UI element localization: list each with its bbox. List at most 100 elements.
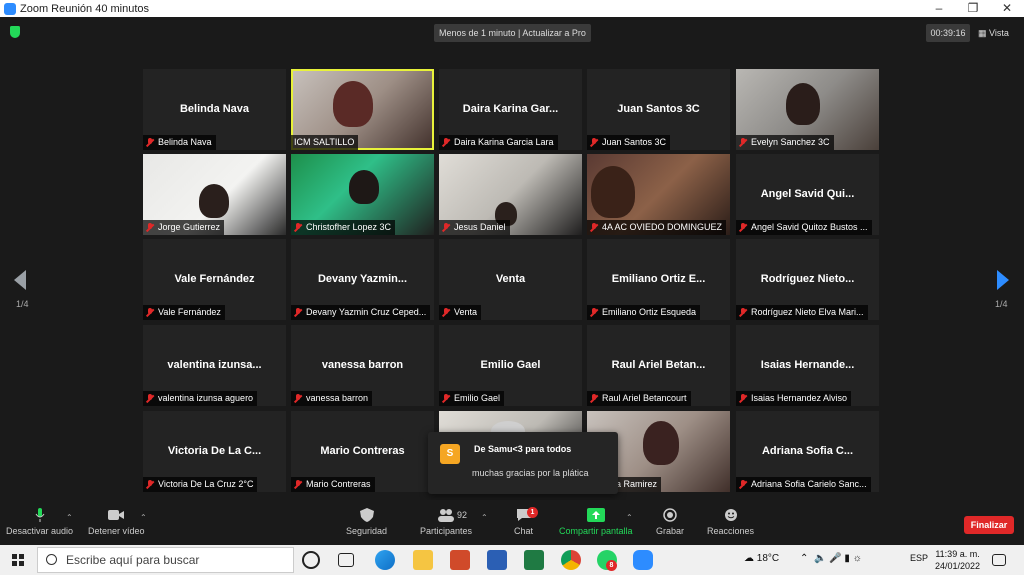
stop-video-button[interactable]: Detener vídeo (88, 508, 145, 536)
chrome-browser-icon[interactable] (561, 550, 581, 570)
edge-browser-icon[interactable] (375, 550, 395, 570)
participant-tile[interactable]: Adriana Sofia C... Adriana Sofia Carielo … (736, 411, 879, 492)
muted-mic-icon (590, 394, 598, 403)
video-camera-icon (108, 510, 125, 520)
participant-label: Isaias Hernandez Alviso (736, 391, 852, 406)
participant-tile[interactable]: Evelyn Sanchez 3C (736, 69, 879, 150)
share-options-chevron-icon[interactable]: ⌃ (626, 513, 633, 522)
meeting-timer: 00:39:16 (926, 24, 970, 42)
participant-video (643, 421, 679, 465)
powerpoint-icon[interactable] (450, 550, 470, 570)
chat-notification-popup[interactable]: S De Samu<3 para todos muchas gracias po… (428, 432, 618, 494)
participant-tile[interactable]: Emilio Gael Emilio Gael (439, 325, 582, 406)
participant-label: Jesus Daniel (439, 220, 510, 235)
chevron-up-icon[interactable]: ⌃ (800, 553, 808, 564)
participant-tile[interactable]: Rodríguez Nieto... Rodríguez Nieto Elva M… (736, 239, 879, 320)
window-title: Zoom Reunión 40 minutos (20, 2, 150, 15)
cortana-icon[interactable] (302, 551, 320, 569)
reactions-button[interactable]: Reacciones (707, 508, 754, 536)
battery-icon[interactable]: ▮ (844, 553, 850, 564)
muted-mic-icon (442, 223, 450, 232)
windows-start-icon[interactable] (12, 554, 24, 566)
view-button[interactable]: ▦ Vista (978, 24, 1009, 42)
share-screen-label: Compartir pantalla (559, 526, 633, 536)
system-tray-icons[interactable]: ⌃ 🔈 🎤 ▮ ☼ (800, 553, 862, 564)
speaker-icon[interactable]: 🔈 (814, 553, 826, 564)
participant-tile[interactable]: Jorge Gutierrez (143, 154, 286, 235)
participants-count: 92 (457, 510, 468, 520)
muted-mic-icon (146, 480, 154, 489)
file-explorer-icon[interactable] (413, 550, 433, 570)
next-page-arrow-icon[interactable] (997, 270, 1009, 290)
muted-mic-icon (146, 308, 154, 317)
reactions-label: Reacciones (707, 526, 755, 536)
previous-page-arrow-icon[interactable] (14, 270, 26, 290)
minimize-icon[interactable]: – (922, 0, 956, 17)
participant-tile[interactable]: Jesus Daniel (439, 154, 582, 235)
task-view-icon[interactable] (338, 553, 354, 567)
input-language[interactable]: ESP (910, 553, 928, 563)
chat-sender: De Samu<3 para todos (474, 444, 572, 454)
word-icon[interactable] (487, 550, 507, 570)
participant-tile[interactable]: Daira Karina Gar... Daira Karina Garcia L… (439, 69, 582, 150)
maximize-icon[interactable]: ❐ (956, 0, 990, 17)
participant-tile[interactable]: Mario Contreras Mario Contreras (291, 411, 434, 492)
record-button[interactable]: Grabar (656, 508, 684, 536)
notifications-icon[interactable] (992, 554, 1006, 566)
cloud-icon: ☁ (744, 553, 754, 564)
participant-tile[interactable]: vanessa barron vanessa barron (291, 325, 434, 406)
windows-taskbar: Escribe aquí para buscar 8 ☁ 18°C ⌃ 🔈 🎤 … (0, 545, 1024, 575)
network-icon[interactable]: ☼ (853, 553, 862, 564)
grid-view-icon: ▦ (978, 28, 987, 38)
participant-label: Devany Yazmin Cruz Ceped... (291, 305, 431, 320)
participants-options-chevron-icon[interactable]: ⌃ (481, 513, 488, 522)
participant-label: Venta (439, 305, 482, 320)
participant-label: Mario Contreras (291, 477, 375, 492)
encryption-shield-icon[interactable] (10, 26, 20, 38)
gallery-grid: Belinda Nava Belinda Nava ICM SALTILLO Da… (143, 69, 881, 492)
participant-tile[interactable]: Christofher Lopez 3C (291, 154, 434, 235)
video-options-chevron-icon[interactable]: ⌃ (140, 513, 147, 522)
excel-icon[interactable] (524, 550, 544, 570)
participant-tile[interactable]: Venta Venta (439, 239, 582, 320)
participant-video (591, 166, 635, 218)
participant-video (349, 170, 379, 204)
participant-label: vanessa barron (291, 391, 373, 406)
participant-tile-active-speaker[interactable]: ICM SALTILLO (291, 69, 434, 150)
page-indicator-right: 1/4 (995, 299, 1008, 309)
clock-date: 24/01/2022 (935, 561, 981, 571)
participant-tile[interactable]: Vale Fernández Vale Fernández (143, 239, 286, 320)
microphone-tray-icon[interactable]: 🎤 (829, 553, 841, 564)
participant-label: Rodríguez Nieto Elva Mari... (736, 305, 868, 320)
audio-options-chevron-icon[interactable]: ⌃ (66, 513, 73, 522)
taskbar-clock[interactable]: 11:39 a. m. 24/01/2022 (935, 548, 980, 572)
security-button[interactable]: Seguridad (346, 508, 387, 536)
end-meeting-button[interactable]: Finalizar (964, 516, 1014, 534)
participant-tile[interactable]: Victoria De La C... Victoria De La Cruz 2… (143, 411, 286, 492)
participant-tile[interactable]: 4A AC OVIEDO DOMINGUEZ (587, 154, 730, 235)
muted-mic-icon (442, 138, 450, 147)
share-screen-button[interactable]: Compartir pantalla (559, 508, 633, 536)
weather-widget[interactable]: ☁ 18°C (744, 553, 779, 564)
participant-tile[interactable]: Emiliano Ortiz E... Emiliano Ortiz Esqued… (587, 239, 730, 320)
participant-label: Juan Santos 3C (587, 135, 671, 150)
taskbar-search-input[interactable]: Escribe aquí para buscar (37, 547, 294, 573)
participant-tile[interactable]: Isaias Hernande... Isaias Hernandez Alvis… (736, 325, 879, 406)
muted-mic-icon (146, 223, 154, 232)
participant-tile[interactable]: Juan Santos 3C Juan Santos 3C (587, 69, 730, 150)
participant-tile[interactable]: valentina izunsa... valentina izunsa ague… (143, 325, 286, 406)
participant-video (199, 184, 229, 218)
upgrade-banner[interactable]: Menos de 1 minuto | Actualizar a Pro (434, 24, 591, 42)
participant-tile[interactable]: Angel Savid Qui... Angel Savid Quitoz Bus… (736, 154, 879, 235)
mute-audio-button[interactable]: Desactivar audio (6, 508, 73, 536)
view-label: Vista (989, 28, 1009, 38)
zoom-taskbar-icon[interactable] (633, 550, 653, 570)
participant-label: Raul Ariel Betancourt (587, 391, 691, 406)
close-icon[interactable]: ✕ (990, 0, 1024, 17)
participant-tile[interactable]: Raul Ariel Betan... Raul Ariel Betancourt (587, 325, 730, 406)
muted-mic-icon (590, 138, 598, 147)
participant-label: ICM SALTILLO (291, 135, 359, 150)
participant-label: Jorge Gutierrez (143, 220, 225, 235)
participant-tile[interactable]: Devany Yazmin... Devany Yazmin Cruz Ceped… (291, 239, 434, 320)
participant-tile[interactable]: Belinda Nava Belinda Nava (143, 69, 286, 150)
